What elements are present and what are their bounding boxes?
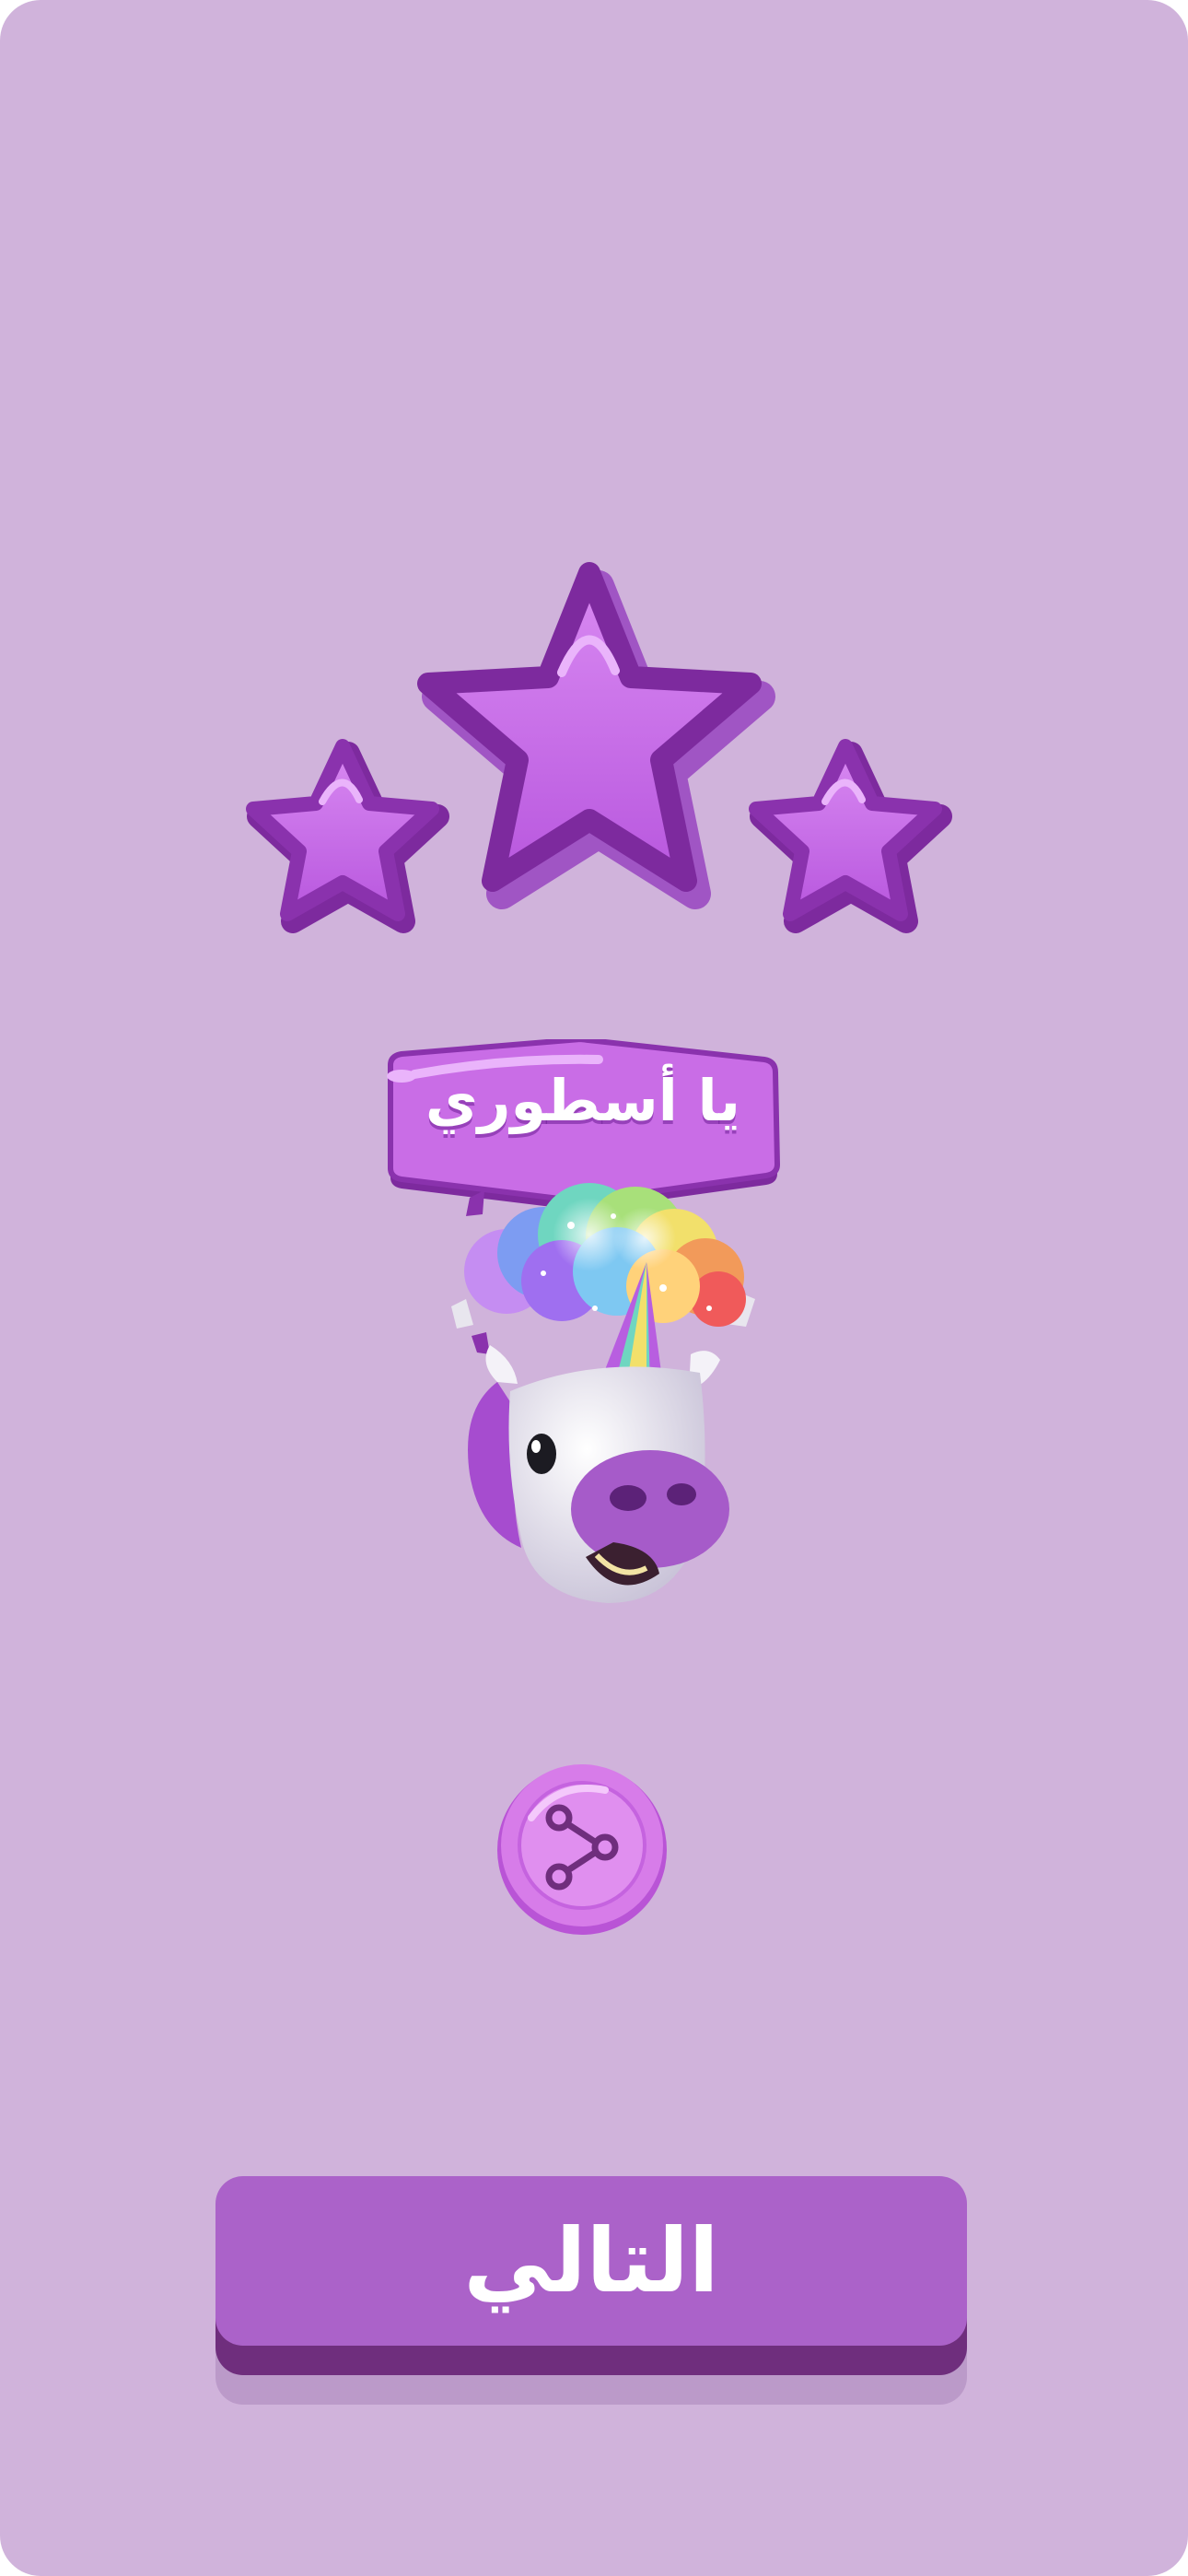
share-button[interactable]	[495, 1762, 670, 1938]
result-screen: يا أسطوري التالي	[0, 0, 1188, 2576]
star-left-icon	[246, 739, 449, 933]
next-button-face[interactable]: التالي	[215, 2176, 967, 2346]
star-center-icon	[417, 562, 775, 909]
star-right-icon	[749, 739, 952, 933]
next-button-label: التالي	[463, 2209, 719, 2313]
unicorn-mascot-icon	[451, 1183, 755, 1603]
stars-rating	[246, 562, 952, 933]
share-icon	[497, 1764, 667, 1935]
next-button[interactable]: التالي	[215, 2176, 967, 2405]
result-title: يا أسطوري	[425, 1067, 741, 1134]
